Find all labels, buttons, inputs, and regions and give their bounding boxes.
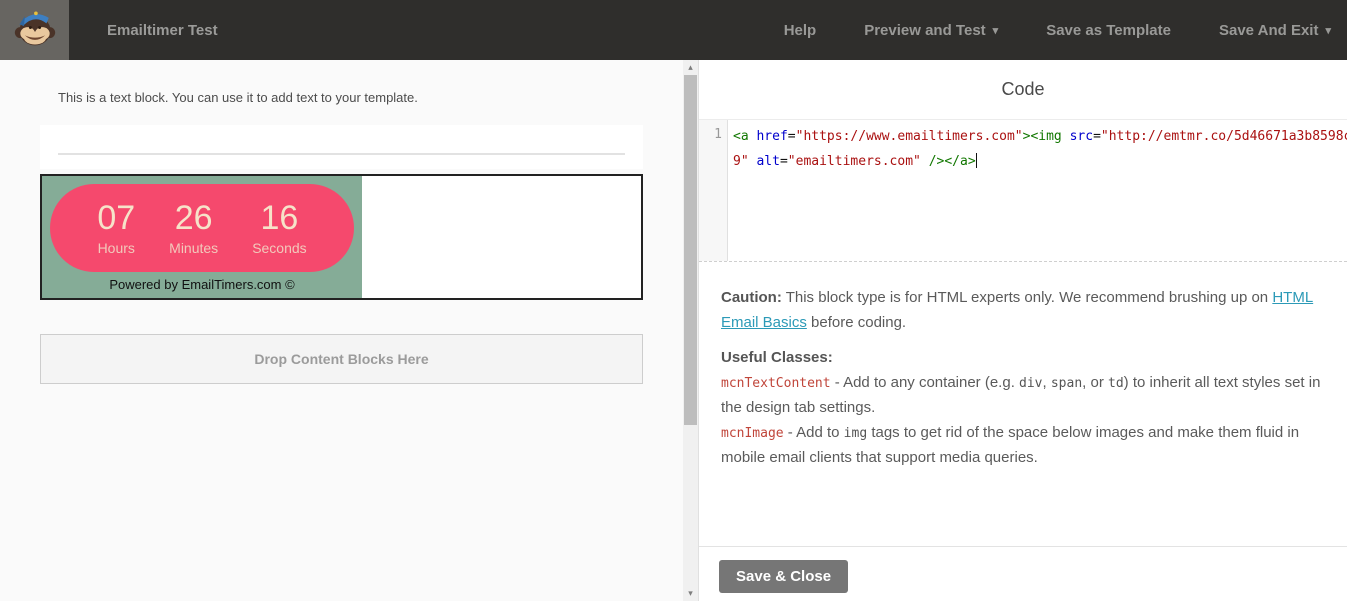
chevron-down-icon: ▾	[993, 24, 999, 37]
mailchimp-logo[interactable]	[0, 0, 69, 60]
mcntextcontent-description: mcnTextContent - Add to any container (e…	[721, 371, 1335, 421]
save-as-template-button[interactable]: Save as Template	[1046, 22, 1171, 39]
timer-hours: 07 Hours	[97, 200, 135, 256]
text-content-block[interactable]: This is a text block. You can use it to …	[40, 84, 643, 125]
mcnimage-description: mcnImage - Add to img tags to get rid of…	[721, 421, 1335, 471]
code-line-1: <a href="https://www.emailtimers.com"><i…	[733, 127, 1347, 152]
editor-help-text: Caution: This block type is for HTML exp…	[699, 262, 1347, 471]
timer-seconds: 16 Seconds	[252, 200, 306, 256]
drop-content-zone[interactable]: Drop Content Blocks Here	[40, 334, 643, 384]
topnav: Help Preview and Test ▾ Save as Template…	[784, 22, 1347, 39]
scrollbar-thumb[interactable]	[684, 75, 697, 425]
countdown-timer-block-selected[interactable]: 07 Hours 26 Minutes 16 Seconds Powered b…	[40, 174, 643, 300]
timer-pill: 07 Hours 26 Minutes 16 Seconds	[50, 184, 354, 272]
canvas-scrollbar[interactable]: ▴ ▾	[683, 60, 698, 601]
timer-minutes: 26 Minutes	[169, 200, 218, 256]
timer-image: 07 Hours 26 Minutes 16 Seconds Powered b…	[42, 176, 362, 298]
useful-classes-heading: Useful Classes:	[721, 346, 1335, 371]
topbar: Emailtimer Test Help Preview and Test ▾ …	[0, 0, 1347, 60]
scroll-down-icon[interactable]: ▾	[683, 586, 698, 601]
divider-block[interactable]	[40, 125, 643, 169]
panel-title: Code	[699, 60, 1347, 119]
save-and-exit-menu[interactable]: Save And Exit ▾	[1219, 22, 1331, 39]
caution-paragraph: Caution: This block type is for HTML exp…	[721, 286, 1335, 335]
code-editor[interactable]: 1 <a href="https://www.emailtimers.com">…	[699, 119, 1347, 262]
email-canvas-panel: This is a text block. You can use it to …	[0, 60, 698, 601]
preview-and-test-menu[interactable]: Preview and Test ▾	[864, 22, 998, 39]
drop-zone-label: Drop Content Blocks Here	[254, 351, 428, 367]
help-button[interactable]: Help	[784, 22, 817, 39]
chevron-down-icon: ▾	[1325, 24, 1331, 37]
template-editor-app: Emailtimer Test Help Preview and Test ▾ …	[0, 0, 1347, 601]
email-preview: This is a text block. You can use it to …	[0, 60, 683, 601]
scroll-up-icon[interactable]: ▴	[683, 60, 698, 75]
code-editor-panel: Code 1 <a href="https://www.emailtimers.…	[698, 60, 1347, 601]
freddie-monkey-icon	[13, 6, 57, 55]
footer-divider	[699, 546, 1347, 547]
campaign-title: Emailtimer Test	[107, 22, 218, 39]
save-and-close-button[interactable]: Save & Close	[719, 560, 848, 593]
code-line-1-wrap: 9" alt="emailtimers.com" /></a>	[733, 152, 1347, 177]
line-number: 1	[699, 120, 727, 142]
powered-by-credit: Powered by EmailTimers.com ©	[50, 277, 354, 292]
code-content[interactable]: <a href="https://www.emailtimers.com"><i…	[729, 120, 1347, 261]
divider-line	[58, 153, 625, 155]
line-number-gutter: 1	[699, 120, 728, 261]
